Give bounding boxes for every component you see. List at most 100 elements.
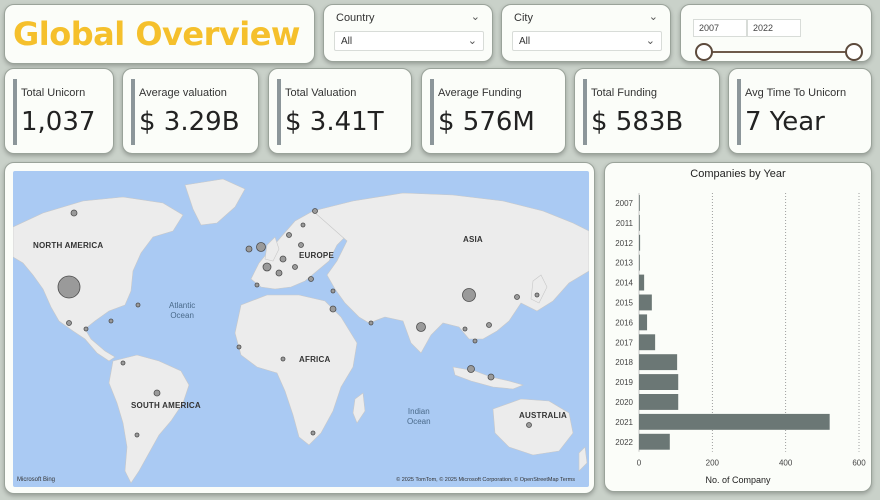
y-tick-label: 2012 — [615, 239, 633, 248]
range-track[interactable] — [705, 51, 855, 53]
kpi-value: $ 576M — [438, 107, 535, 137]
kpi-label: Total Unicorn — [21, 87, 86, 99]
x-tick-label: 400 — [779, 459, 793, 468]
kpi-total-funding: Total Funding $ 583B — [574, 68, 720, 154]
map-bubble — [275, 269, 283, 277]
asia-land — [312, 192, 589, 354]
bar-2020[interactable] — [639, 394, 679, 410]
kpi-label: Avg Time To Unicorn — [745, 87, 847, 99]
map-bubble — [83, 326, 89, 332]
bar-2016[interactable] — [639, 314, 648, 331]
kpi-value: $ 3.29B — [139, 107, 240, 137]
continent-label: ASIA — [463, 235, 483, 244]
bar-2015[interactable] — [639, 294, 652, 311]
map-bubble — [467, 365, 475, 373]
country-dropdown[interactable]: All ⌄ — [334, 31, 484, 51]
map-bubble — [292, 264, 298, 270]
new-zealand-land — [578, 446, 588, 472]
bar-2007[interactable] — [639, 195, 640, 211]
companies-by-year-chart[interactable]: Companies by Year 0 200 400 600 2007 2011 2012… — [604, 162, 872, 492]
australia-land — [492, 398, 574, 456]
kpi-label: Average Funding — [438, 87, 522, 99]
ocean-label: Indian Ocean — [407, 407, 431, 426]
madagascar-land — [352, 392, 366, 424]
bar-2011[interactable] — [639, 214, 640, 231]
map-bubble — [472, 338, 478, 344]
map-attribution[interactable]: © 2025 TomTom, © 2025 Microsoft Corporat… — [396, 477, 575, 483]
bar-2018[interactable] — [639, 354, 678, 371]
map-bubble — [236, 344, 242, 350]
y-tick-label: 2021 — [615, 418, 633, 427]
chart-title: Companies by Year — [690, 168, 786, 180]
chart-x-axis-label: No. of Company — [705, 475, 771, 485]
kpi-avg-time-to-unicorn: Avg Time To Unicorn 7 Year — [728, 68, 872, 154]
chevron-down-icon[interactable]: ⌄ — [649, 10, 658, 23]
year-start-input[interactable]: 2007 — [693, 19, 747, 37]
map-bubble — [108, 318, 114, 324]
map-bubble — [329, 305, 337, 313]
y-tick-label: 2016 — [615, 318, 633, 327]
greenland-land — [184, 178, 246, 226]
south-america-land — [108, 354, 190, 484]
africa-land — [234, 294, 358, 446]
map-bubble — [298, 242, 304, 248]
world-map[interactable]: NORTH AMERICA EUROPE ASIA AFRICA SOUTH A… — [13, 171, 589, 487]
map-bubble — [153, 389, 161, 397]
bar-2021[interactable] — [639, 413, 830, 430]
bing-logo: Microsoft Bing — [17, 477, 56, 483]
map-bubble — [416, 322, 426, 332]
world-map-svg — [13, 178, 589, 484]
map-visual[interactable]: NORTH AMERICA EUROPE ASIA AFRICA SOUTH A… — [4, 162, 595, 494]
city-dropdown[interactable]: All ⌄ — [512, 31, 662, 51]
y-tick-label: 2015 — [615, 298, 633, 307]
bar-chart-svg: 0 200 400 600 2007 2011 2012 2013 2014 2015 2016 20… — [615, 193, 866, 468]
bar-2014[interactable] — [639, 274, 645, 291]
map-bubble — [256, 242, 266, 252]
map-bubble — [134, 432, 140, 438]
year-range-slicer[interactable]: 2007 2022 — [680, 4, 872, 62]
continent-label: SOUTH AMERICA — [131, 401, 201, 410]
map-bubble — [534, 292, 540, 298]
map-bubble — [57, 275, 81, 299]
kpi-accent-bar — [13, 79, 17, 145]
map-bubble — [330, 288, 336, 294]
kpi-total-unicorn: Total Unicorn 1,037 — [4, 68, 114, 154]
chevron-down-icon[interactable]: ⌄ — [471, 10, 480, 23]
range-end-handle[interactable] — [845, 43, 863, 61]
kpi-total-valuation: Total Valuation $ 3.41T — [268, 68, 412, 154]
dropdown-arrow-icon: ⌄ — [645, 35, 655, 47]
bar-2013[interactable] — [639, 254, 640, 271]
range-start-handle[interactable] — [695, 43, 713, 61]
country-slicer[interactable]: Country ⌄ All ⌄ — [323, 4, 493, 62]
map-bubble — [514, 294, 520, 300]
x-tick-label: 600 — [852, 459, 866, 468]
map-bubble — [286, 232, 292, 238]
country-value: All — [341, 36, 353, 47]
kpi-value: 7 Year — [745, 107, 825, 137]
year-end-input[interactable]: 2022 — [747, 19, 801, 37]
city-slicer[interactable]: City ⌄ All ⌄ — [501, 4, 671, 62]
page-title: Global Overview — [13, 15, 300, 53]
kpi-value: $ 583B — [591, 107, 684, 137]
continent-label: AUSTRALIA — [519, 411, 568, 420]
map-bubble — [245, 245, 253, 253]
y-tick-label: 2007 — [615, 199, 633, 208]
map-bubble — [462, 288, 476, 302]
bar-2012[interactable] — [639, 234, 641, 251]
bar-2017[interactable] — [639, 334, 656, 351]
bar-2022[interactable] — [639, 433, 670, 450]
map-bubble — [487, 373, 495, 381]
y-tick-label: 2020 — [615, 398, 633, 407]
y-tick-label: 2018 — [615, 358, 633, 367]
bar-2019[interactable] — [639, 374, 679, 390]
city-value: All — [519, 36, 531, 47]
map-bubble — [310, 430, 316, 436]
kpi-accent-bar — [430, 79, 434, 145]
continent-label: NORTH AMERICA — [33, 241, 104, 250]
map-bubble — [308, 276, 314, 282]
kpi-accent-bar — [131, 79, 135, 145]
kpi-average-funding: Average Funding $ 576M — [421, 68, 566, 154]
map-bubble — [66, 320, 72, 326]
kpi-value: 1,037 — [21, 107, 96, 137]
kpi-label: Average valuation — [139, 87, 227, 99]
